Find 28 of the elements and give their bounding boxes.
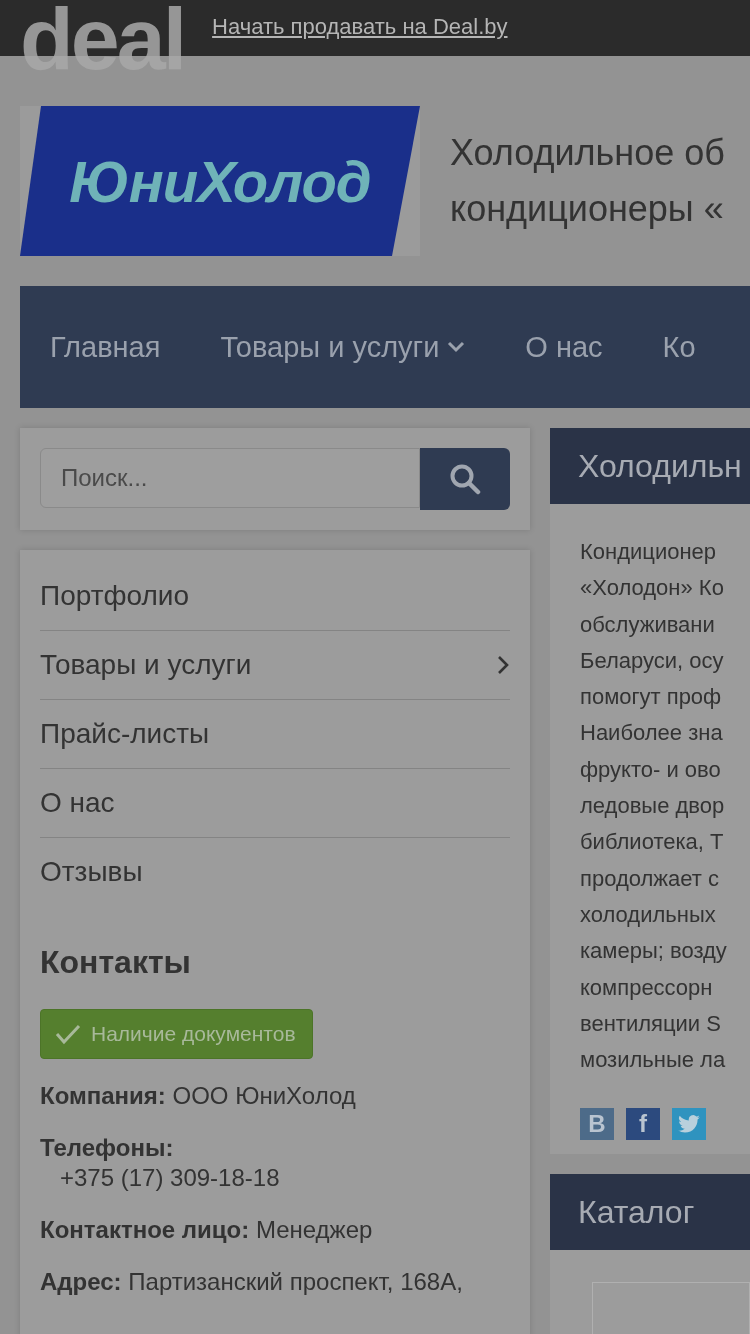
contact-field: Адрес: Партизанский проспект, 168А,: [40, 1267, 510, 1297]
company-logo[interactable]: ЮниХолод: [20, 106, 420, 256]
page-title: Холодильное об: [450, 131, 725, 175]
facebook-share-icon[interactable]: f: [626, 1108, 660, 1141]
contact-field: Контактное лицо: Менеджер: [40, 1215, 510, 1245]
sidebar-item[interactable]: Товары и услуги: [40, 631, 510, 700]
search-field[interactable]: Поиск...: [40, 448, 420, 508]
catalog-header: Каталог: [550, 1174, 750, 1251]
sidebar-item[interactable]: О нас: [40, 769, 510, 838]
sidebar-item[interactable]: Прайс-листы: [40, 700, 510, 769]
nav-item[interactable]: Ко: [662, 330, 696, 364]
search-button[interactable]: [420, 448, 510, 510]
sidebar-item[interactable]: Отзывы: [40, 838, 510, 906]
section-header: Холодильн: [550, 428, 750, 504]
contact-field: Компания: ООО ЮниХолод: [40, 1081, 510, 1111]
start-selling-link[interactable]: Начать продавать на Deal.by: [212, 14, 508, 40]
page-title: кондиционеры «: [450, 187, 725, 231]
documents-badge: Наличие документов: [40, 1009, 313, 1059]
nav-item[interactable]: Товары и услуги: [220, 330, 466, 364]
description-text: Кондиционер «Холодон» Ко обслуживани Беларуси, осу помогут проф Наиболее зна фрукто- и ово ледовые двор библиотека, Т продолжает с холодильных камеры; возду компрессорн вентиляции S мозильные ла: [580, 538, 728, 1075]
search-icon: [449, 463, 481, 495]
nav-item[interactable]: О нас: [525, 330, 603, 364]
check-icon: [55, 1023, 81, 1045]
vk-share-icon[interactable]: B: [580, 1108, 614, 1141]
contacts-heading: Контакты: [40, 944, 192, 981]
sidebar-item[interactable]: Портфолио: [40, 562, 510, 631]
nav-item[interactable]: Главная: [50, 330, 161, 364]
contact-field: Телефоны: +375 (17) 309-18-18: [40, 1133, 510, 1193]
